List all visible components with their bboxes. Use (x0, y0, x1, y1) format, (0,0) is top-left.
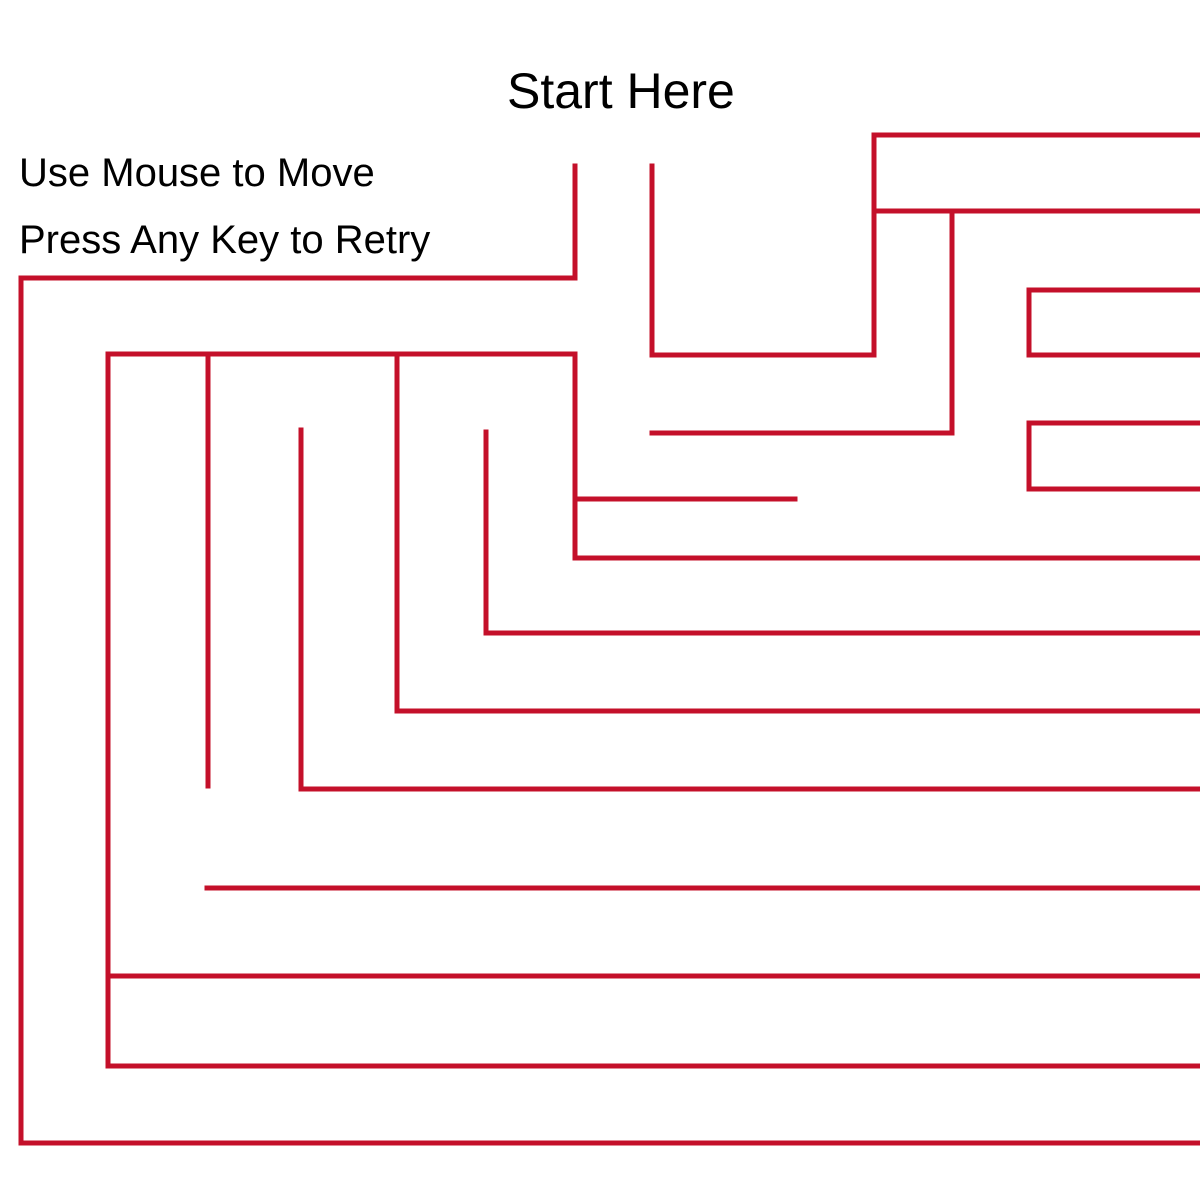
maze-wall-corridor-2 (394, 351, 1200, 714)
maze-wall-corridor-1 (298, 427, 1200, 792)
maze[interactable] (0, 0, 1200, 1200)
maze-wall-bracket-1 (1026, 287, 1200, 358)
maze-wall-outer (18, 163, 1200, 1146)
maze-wall-start-right (649, 132, 1200, 358)
maze-wall-bracket-2 (1026, 420, 1200, 492)
maze-wall-corridor-3 (483, 429, 1200, 636)
maze-wall-hook (649, 208, 955, 436)
game-canvas[interactable]: Start Here Use Mouse to Move Press Any K… (0, 0, 1200, 1200)
